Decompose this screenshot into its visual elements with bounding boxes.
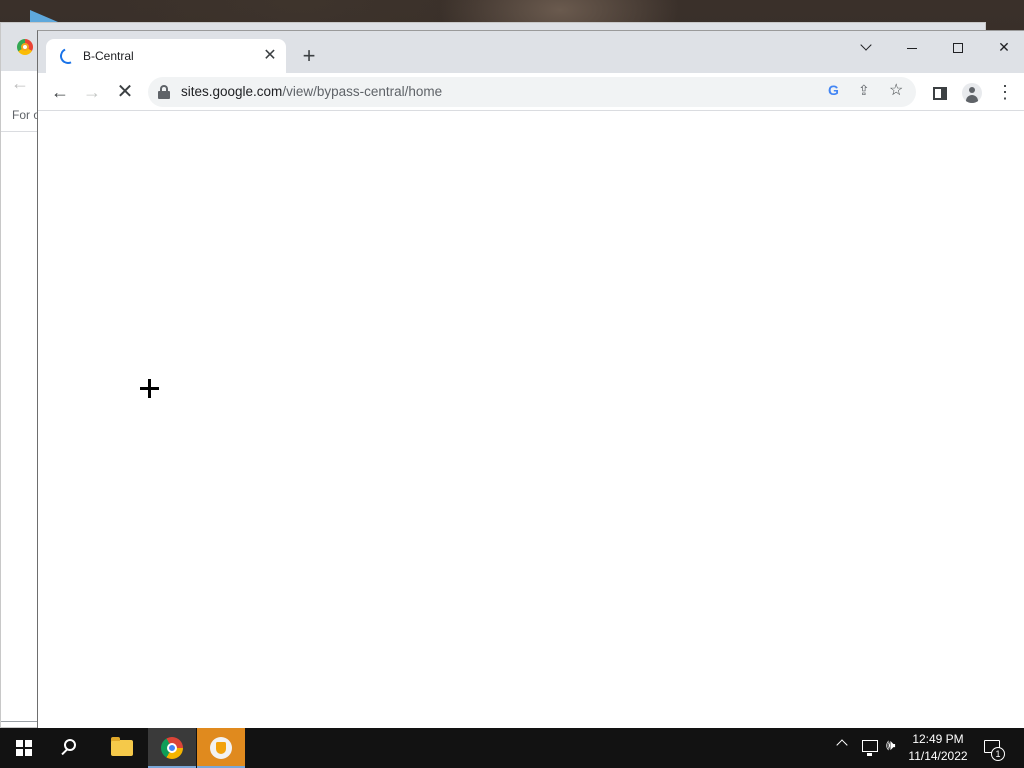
clock-date: 11/14/2022: [908, 749, 968, 763]
side-panel-icon: [933, 86, 947, 100]
folder-icon: [111, 737, 133, 756]
page-content[interactable]: [38, 112, 1024, 729]
system-clock[interactable]: 12:49 PM 11/14/2022: [902, 731, 974, 765]
background-divider: [1, 131, 39, 132]
minimize-button[interactable]: [889, 33, 935, 61]
close-window-button[interactable]: ✕: [981, 33, 1024, 61]
maximize-icon: [953, 43, 963, 54]
background-tab-favicon-icon[interactable]: [17, 39, 33, 55]
clock-time: 12:49 PM: [912, 732, 964, 746]
tab-close-icon[interactable]: ✕: [260, 46, 280, 66]
loading-spinner-icon: [57, 45, 79, 67]
file-explorer-button[interactable]: [98, 728, 146, 768]
forward-button[interactable]: →: [78, 78, 106, 106]
chrome-window: B-Central ✕ + ✕ ← → ✕ sites.google.com/v…: [37, 30, 1024, 729]
background-divider-bottom: [1, 721, 39, 722]
shield-browser-icon: [210, 737, 232, 759]
tab-search-button[interactable]: [843, 33, 889, 61]
windows-logo-icon: [16, 740, 32, 756]
arrow-left-icon: ←: [51, 82, 69, 102]
volume-icon[interactable]: 🕪: [886, 737, 895, 754]
new-tab-button[interactable]: +: [296, 44, 322, 70]
chrome-taskbar-button[interactable]: [148, 728, 196, 768]
notification-count-badge: 1: [991, 747, 1005, 761]
address-bar[interactable]: sites.google.com/view/bypass-central/hom…: [148, 77, 916, 107]
chrome-icon: [161, 737, 183, 759]
back-button[interactable]: ←: [46, 78, 74, 106]
start-button[interactable]: [0, 728, 48, 768]
share-icon[interactable]: ⇪: [858, 82, 870, 99]
lock-icon[interactable]: [158, 85, 170, 99]
google-lens-icon[interactable]: G: [828, 82, 839, 98]
profile-button[interactable]: [958, 78, 986, 106]
search-button[interactable]: [48, 728, 96, 768]
minimize-icon: [907, 47, 917, 49]
arrow-right-icon: →: [83, 82, 101, 102]
url-path: /view/bypass-central/home: [282, 84, 443, 99]
background-page-text: For o: [12, 108, 41, 122]
crosshair-cursor-icon: [140, 379, 159, 398]
chrome-menu-button[interactable]: ⋮: [991, 78, 1019, 106]
tab-title: B-Central: [83, 49, 134, 63]
notification-center-button[interactable]: 1: [982, 738, 1005, 761]
tab-b-central[interactable]: B-Central ✕: [46, 39, 286, 73]
url-text[interactable]: sites.google.com/view/bypass-central/hom…: [181, 84, 442, 99]
background-back-arrow-icon[interactable]: ←: [11, 73, 29, 94]
chevron-down-icon: [860, 39, 872, 51]
search-icon: [64, 739, 76, 751]
browser-app-taskbar-button[interactable]: [197, 728, 245, 768]
tab-strip: B-Central ✕ + ✕: [38, 31, 1024, 73]
maximize-button[interactable]: [935, 33, 981, 61]
network-icon[interactable]: [862, 740, 878, 756]
bookmark-star-icon[interactable]: ☆: [889, 80, 903, 100]
side-panel-button[interactable]: [926, 78, 954, 106]
more-vertical-icon: ⋮: [996, 82, 1014, 102]
stop-loading-button[interactable]: ✕: [111, 78, 139, 106]
browser-toolbar: ← → ✕ sites.google.com/view/bypass-centr…: [38, 73, 1024, 111]
close-icon: ✕: [998, 39, 1010, 55]
url-host: sites.google.com: [181, 84, 283, 99]
stop-x-icon: ✕: [116, 81, 134, 103]
avatar-icon: [962, 83, 982, 104]
wallpaper-flag-shape: [30, 10, 58, 22]
